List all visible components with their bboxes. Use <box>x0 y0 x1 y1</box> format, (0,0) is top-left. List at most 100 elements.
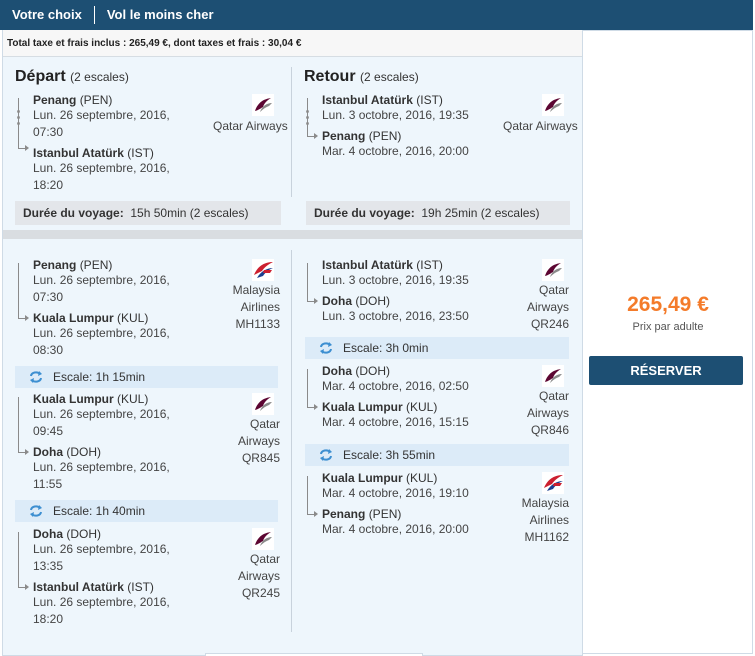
airline-info: Malaysia Airlines MH1133 <box>208 282 280 333</box>
airline-name-text: Malaysia Airlines <box>521 496 569 527</box>
segment-destination: Doha (DOH) Lun. 3 octobre, 2016, 23:50 <box>322 294 482 325</box>
depart-summary-origin: Penang (PEN) Lun. 26 septembre, 2016, 07… <box>33 93 183 141</box>
duration-label: Durée du voyage: <box>314 206 415 220</box>
airport-code: (PEN) <box>79 93 113 107</box>
city-name: Istanbul Atatürk <box>33 580 124 594</box>
refresh-arrows-icon <box>30 505 42 517</box>
airline-info: Qatar Airways QR845 <box>208 416 280 467</box>
city-name: Penang <box>33 93 77 107</box>
refresh-arrows-icon <box>30 371 42 383</box>
arrow-right-icon <box>314 404 318 410</box>
airport-code: (DOH) <box>355 364 391 378</box>
arrow-right-icon <box>25 145 29 151</box>
airline-name: Qatar Airways <box>500 388 569 422</box>
stopover-text: Escale: 3h 55min <box>343 448 436 462</box>
city-name: Kuala Lumpur <box>33 392 114 406</box>
airline-name: Qatar Airways <box>213 119 288 133</box>
timeline-line <box>18 532 19 587</box>
datetime: Mar. 4 octobre, 2016, 15:15 <box>322 415 469 429</box>
datetime: Lun. 26 septembre, 2016, 07:30 <box>33 273 170 304</box>
datetime: Lun. 3 octobre, 2016, 23:50 <box>322 309 469 323</box>
city-name: Penang <box>33 258 77 272</box>
airport-code: (DOH) <box>355 294 391 308</box>
airline-name-text: Qatar Airways <box>237 552 280 583</box>
airport-code: (IST) <box>127 146 154 160</box>
airline-name: Qatar Airways <box>208 416 280 450</box>
duration-value: 19h 25min (2 escales) <box>421 206 540 220</box>
arrow-right-icon <box>314 511 318 517</box>
malaysia-airlines-logo-icon <box>542 472 564 494</box>
airline-info: Qatar Airways QR245 <box>208 551 280 602</box>
retour-summary-origin: Istanbul Atatürk (IST) Lun. 3 octobre, 2… <box>322 93 492 124</box>
timeline-line <box>18 98 19 148</box>
airport-code: (KUL) <box>117 392 149 406</box>
itinerary-panel: Total taxe et frais inclus : 265,49 €, d… <box>2 30 583 656</box>
qatar-airways-logo-icon <box>542 365 564 387</box>
segment-destination: Doha (DOH) Lun. 26 septembre, 2016, 11:5… <box>33 445 193 493</box>
arrow-right-icon <box>314 298 318 304</box>
datetime: Mar. 4 octobre, 2016, 20:00 <box>322 522 469 536</box>
airport-code: (IST) <box>416 258 443 272</box>
stopover-text: Escale: 3h 0min <box>343 341 429 355</box>
stopover-bar: Escale: 3h 55min <box>305 444 569 466</box>
timeline-line <box>307 98 308 136</box>
results-header: Votre choix Vol le moins cher <box>0 0 753 30</box>
arrow-right-icon <box>25 449 29 455</box>
stopover-bar: Escale: 3h 0min <box>305 337 569 359</box>
city-name: Penang <box>322 507 366 521</box>
segment-origin: Penang (PEN) Lun. 26 septembre, 2016, 07… <box>33 258 193 306</box>
qatar-airways-logo-icon <box>542 259 564 281</box>
airline-info: Qatar Airways QR246 <box>500 282 569 333</box>
segment-destination: Penang (PEN) Mar. 4 octobre, 2016, 20:00 <box>322 507 482 538</box>
price-per-adult-label: Prix par adulte <box>632 321 704 333</box>
city-name: Istanbul Atatürk <box>33 146 124 160</box>
flight-number: MH1133 <box>235 317 280 331</box>
timeline-line <box>307 263 308 301</box>
timeline-line <box>18 263 19 318</box>
flight-number: QR246 <box>530 317 569 331</box>
airport-code: (KUL) <box>406 400 438 414</box>
summary-divider <box>291 67 292 197</box>
city-name: Doha <box>322 364 352 378</box>
airport-code: (IST) <box>127 580 154 594</box>
price-summary: Total taxe et frais inclus : 265,49 €, d… <box>3 30 582 57</box>
depart-summary-destination: Istanbul Atatürk (IST) Lun. 26 septembre… <box>33 146 183 194</box>
reserve-button[interactable]: RÉSERVER <box>589 356 743 385</box>
qatar-airways-logo-icon <box>252 393 274 415</box>
datetime: Lun. 26 septembre, 2016, 08:30 <box>33 326 170 357</box>
city-name: Istanbul Atatürk <box>322 93 413 107</box>
timeline-line <box>307 369 308 407</box>
airport-code: (PEN) <box>368 129 402 143</box>
airport-code: (IST) <box>416 93 443 107</box>
timeline-line <box>307 476 308 514</box>
retour-summary-destination: Penang (PEN) Mar. 4 octobre, 2016, 20:00 <box>322 129 492 160</box>
airline-info: Malaysia Airlines MH1162 <box>500 495 569 546</box>
datetime: Lun. 26 septembre, 2016, 13:35 <box>33 542 170 573</box>
flight-number: QR846 <box>530 423 569 437</box>
flight-number: MH1162 <box>524 530 569 544</box>
city-name: Doha <box>33 445 63 459</box>
segment-origin: Kuala Lumpur (KUL) Lun. 26 septembre, 20… <box>33 392 193 440</box>
tab-votre-choix[interactable]: Votre choix <box>0 6 94 24</box>
qatar-airways-logo-icon <box>252 528 274 550</box>
city-name: Istanbul Atatürk <box>322 258 413 272</box>
airline-name: Malaysia Airlines <box>208 282 280 316</box>
airline-name-text: Qatar Airways <box>526 389 569 420</box>
detail-divider <box>291 250 292 632</box>
datetime: Lun. 26 septembre, 2016, 11:55 <box>33 460 170 491</box>
segment-destination: Kuala Lumpur (KUL) Mar. 4 octobre, 2016,… <box>322 400 482 431</box>
stopover-bar: Escale: 1h 15min <box>15 366 278 388</box>
refresh-arrows-icon <box>320 342 332 354</box>
stopover-bar: Escale: 1h 40min <box>15 500 278 522</box>
qatar-airways-logo-icon <box>252 94 274 116</box>
city-name: Doha <box>322 294 352 308</box>
airline-name: Qatar Airways <box>500 282 569 316</box>
duration-label: Durée du voyage: <box>23 206 124 220</box>
airline-name: Qatar Airways <box>503 119 578 133</box>
tab-vol-moins-cher[interactable]: Vol le moins cher <box>93 6 226 24</box>
datetime: Lun. 3 octobre, 2016, 19:35 <box>322 273 469 287</box>
arrow-right-icon <box>25 315 29 321</box>
qatar-airways-logo-icon <box>542 94 564 116</box>
timeline-line <box>18 397 19 452</box>
datetime: Lun. 26 septembre, 2016, 18:20 <box>33 161 170 192</box>
